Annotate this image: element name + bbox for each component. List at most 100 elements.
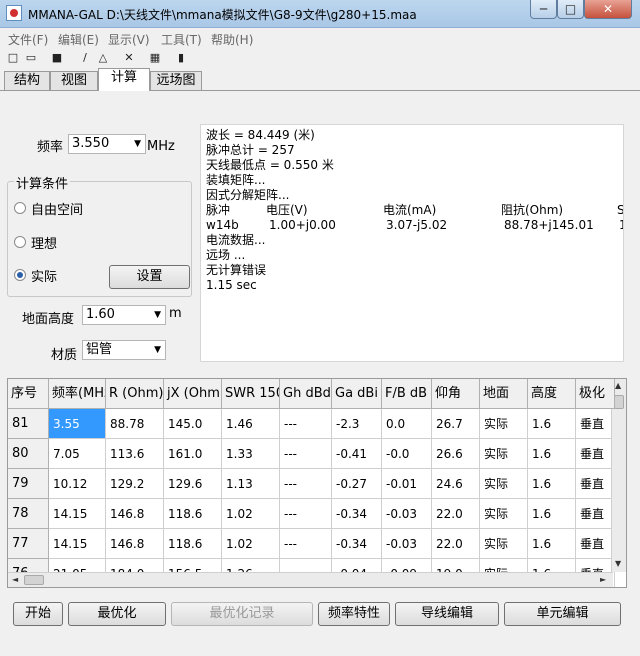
table-cell[interactable]: 1.02 bbox=[222, 529, 280, 559]
horizontal-scrollbar[interactable]: ◄ ► bbox=[8, 572, 613, 587]
wire-edit-button[interactable]: 导线编辑 bbox=[395, 602, 499, 626]
table-cell[interactable]: -0.41 bbox=[332, 439, 382, 469]
table-cell[interactable]: 22.0 bbox=[432, 499, 480, 529]
scroll-thumb[interactable] bbox=[24, 575, 44, 585]
table-cell[interactable]: 88.78 bbox=[106, 409, 164, 439]
table-cell[interactable]: 垂直 bbox=[576, 439, 615, 469]
column-header[interactable]: Gh dBd bbox=[280, 379, 332, 409]
table-cell[interactable]: 7.05 bbox=[49, 439, 106, 469]
scroll-up-icon[interactable]: ▲ bbox=[615, 381, 621, 390]
table-cell[interactable]: 26.7 bbox=[432, 409, 480, 439]
table-cell[interactable]: 1.33 bbox=[222, 439, 280, 469]
scroll-down-icon[interactable]: ▼ bbox=[615, 559, 621, 568]
column-header[interactable]: SWR 150* bbox=[222, 379, 280, 409]
table-cell[interactable]: 1.13 bbox=[222, 469, 280, 499]
tab-farfield[interactable]: 远场图 bbox=[150, 71, 202, 90]
freq-response-button[interactable]: 频率特性 bbox=[318, 602, 390, 626]
maximize-button[interactable]: □ bbox=[557, 0, 584, 19]
table-cell[interactable]: 14.15 bbox=[49, 529, 106, 559]
optimize-log-button[interactable]: 最优化记录 bbox=[171, 602, 313, 626]
tab-view[interactable]: 视图 bbox=[50, 71, 98, 90]
table-cell[interactable]: -2.3 bbox=[332, 409, 382, 439]
table-cell[interactable]: 129.2 bbox=[106, 469, 164, 499]
book-icon[interactable]: ▮ bbox=[174, 51, 188, 65]
table-cell[interactable]: -0.34 bbox=[332, 499, 382, 529]
table-cell[interactable]: 146.8 bbox=[106, 499, 164, 529]
table-cell[interactable]: 垂直 bbox=[576, 529, 615, 559]
open-icon[interactable]: ▭ bbox=[24, 51, 38, 65]
table-cell[interactable]: 118.6 bbox=[164, 529, 222, 559]
column-header[interactable]: 序号 bbox=[8, 379, 49, 409]
menu-help[interactable]: 帮助(H) bbox=[211, 31, 253, 48]
table-cell[interactable]: 1.6 bbox=[528, 409, 576, 439]
row-number[interactable]: 81 bbox=[8, 409, 49, 439]
row-number[interactable]: 79 bbox=[8, 469, 49, 499]
optimize-button[interactable]: 最优化 bbox=[68, 602, 166, 626]
table-cell[interactable]: 3.55 bbox=[49, 409, 106, 439]
table-cell[interactable]: --- bbox=[280, 469, 332, 499]
table-cell[interactable]: 实际 bbox=[480, 529, 528, 559]
table-cell[interactable]: 1.6 bbox=[528, 529, 576, 559]
scroll-thumb[interactable] bbox=[614, 395, 624, 409]
scroll-left-icon[interactable]: ◄ bbox=[12, 575, 18, 584]
pencil-icon[interactable]: / bbox=[78, 51, 92, 65]
column-header[interactable]: jX (Ohm) bbox=[164, 379, 222, 409]
table-cell[interactable]: 1.6 bbox=[528, 439, 576, 469]
scroll-right-icon[interactable]: ► bbox=[600, 575, 606, 584]
table-cell[interactable]: 145.0 bbox=[164, 409, 222, 439]
table-cell[interactable]: 113.6 bbox=[106, 439, 164, 469]
table-cell[interactable]: 129.6 bbox=[164, 469, 222, 499]
table-cell[interactable]: 1.46 bbox=[222, 409, 280, 439]
table-cell[interactable]: 14.15 bbox=[49, 499, 106, 529]
table-cell[interactable]: --- bbox=[280, 499, 332, 529]
tab-calculate[interactable]: 计算 bbox=[98, 68, 150, 91]
row-number[interactable]: 78 bbox=[8, 499, 49, 529]
table-cell[interactable]: 实际 bbox=[480, 439, 528, 469]
table-cell[interactable]: 实际 bbox=[480, 499, 528, 529]
table-cell[interactable]: 垂直 bbox=[576, 469, 615, 499]
material-select[interactable]: 铝管 ▼ bbox=[82, 340, 166, 360]
column-header[interactable]: Ga dBi bbox=[332, 379, 382, 409]
settings-button[interactable]: 设置 bbox=[109, 265, 190, 289]
column-header[interactable]: 高度 bbox=[528, 379, 576, 409]
table-cell[interactable]: 垂直 bbox=[576, 499, 615, 529]
row-number[interactable]: 80 bbox=[8, 439, 49, 469]
table-cell[interactable]: -0.03 bbox=[382, 529, 432, 559]
column-header[interactable]: R (Ohm) bbox=[106, 379, 164, 409]
table-cell[interactable]: 1.6 bbox=[528, 499, 576, 529]
ground-height-select[interactable]: 1.60 ▼ bbox=[82, 305, 166, 325]
menu-view[interactable]: 显示(V) bbox=[108, 31, 150, 48]
menu-tools[interactable]: 工具(T) bbox=[161, 31, 202, 48]
menu-file[interactable]: 文件(F) bbox=[8, 31, 48, 48]
table-cell[interactable]: -0.34 bbox=[332, 529, 382, 559]
table-cell[interactable]: -0.03 bbox=[382, 499, 432, 529]
radio-real[interactable] bbox=[14, 269, 26, 281]
column-header[interactable]: F/B dB bbox=[382, 379, 432, 409]
wrench-icon[interactable]: ✕ bbox=[122, 51, 136, 65]
table-cell[interactable]: -0.27 bbox=[332, 469, 382, 499]
row-number[interactable]: 77 bbox=[8, 529, 49, 559]
column-header[interactable]: 极化 bbox=[576, 379, 615, 409]
freq-select[interactable]: 3.550 ▼ bbox=[68, 134, 146, 154]
table-cell[interactable]: 26.6 bbox=[432, 439, 480, 469]
table-cell[interactable]: 10.12 bbox=[49, 469, 106, 499]
triangle-icon[interactable]: △ bbox=[96, 51, 110, 65]
table-cell[interactable]: 垂直 bbox=[576, 409, 615, 439]
new-icon[interactable]: □ bbox=[6, 51, 20, 65]
menu-edit[interactable]: 编辑(E) bbox=[58, 31, 99, 48]
table-cell[interactable]: --- bbox=[280, 439, 332, 469]
table-cell[interactable]: 24.6 bbox=[432, 469, 480, 499]
column-header[interactable]: 仰角 bbox=[432, 379, 480, 409]
radio-ideal[interactable] bbox=[14, 236, 26, 248]
table-cell[interactable]: 146.8 bbox=[106, 529, 164, 559]
column-header[interactable]: 地面 bbox=[480, 379, 528, 409]
element-edit-button[interactable]: 单元编辑 bbox=[504, 602, 621, 626]
table-cell[interactable]: --- bbox=[280, 529, 332, 559]
table-cell[interactable]: 0.0 bbox=[382, 409, 432, 439]
table-cell[interactable]: 1.02 bbox=[222, 499, 280, 529]
table-cell[interactable]: -0.01 bbox=[382, 469, 432, 499]
tab-structure[interactable]: 结构 bbox=[4, 71, 50, 90]
table-cell[interactable]: 118.6 bbox=[164, 499, 222, 529]
radio-free-space[interactable] bbox=[14, 202, 26, 214]
close-button[interactable]: ✕ bbox=[584, 0, 632, 19]
